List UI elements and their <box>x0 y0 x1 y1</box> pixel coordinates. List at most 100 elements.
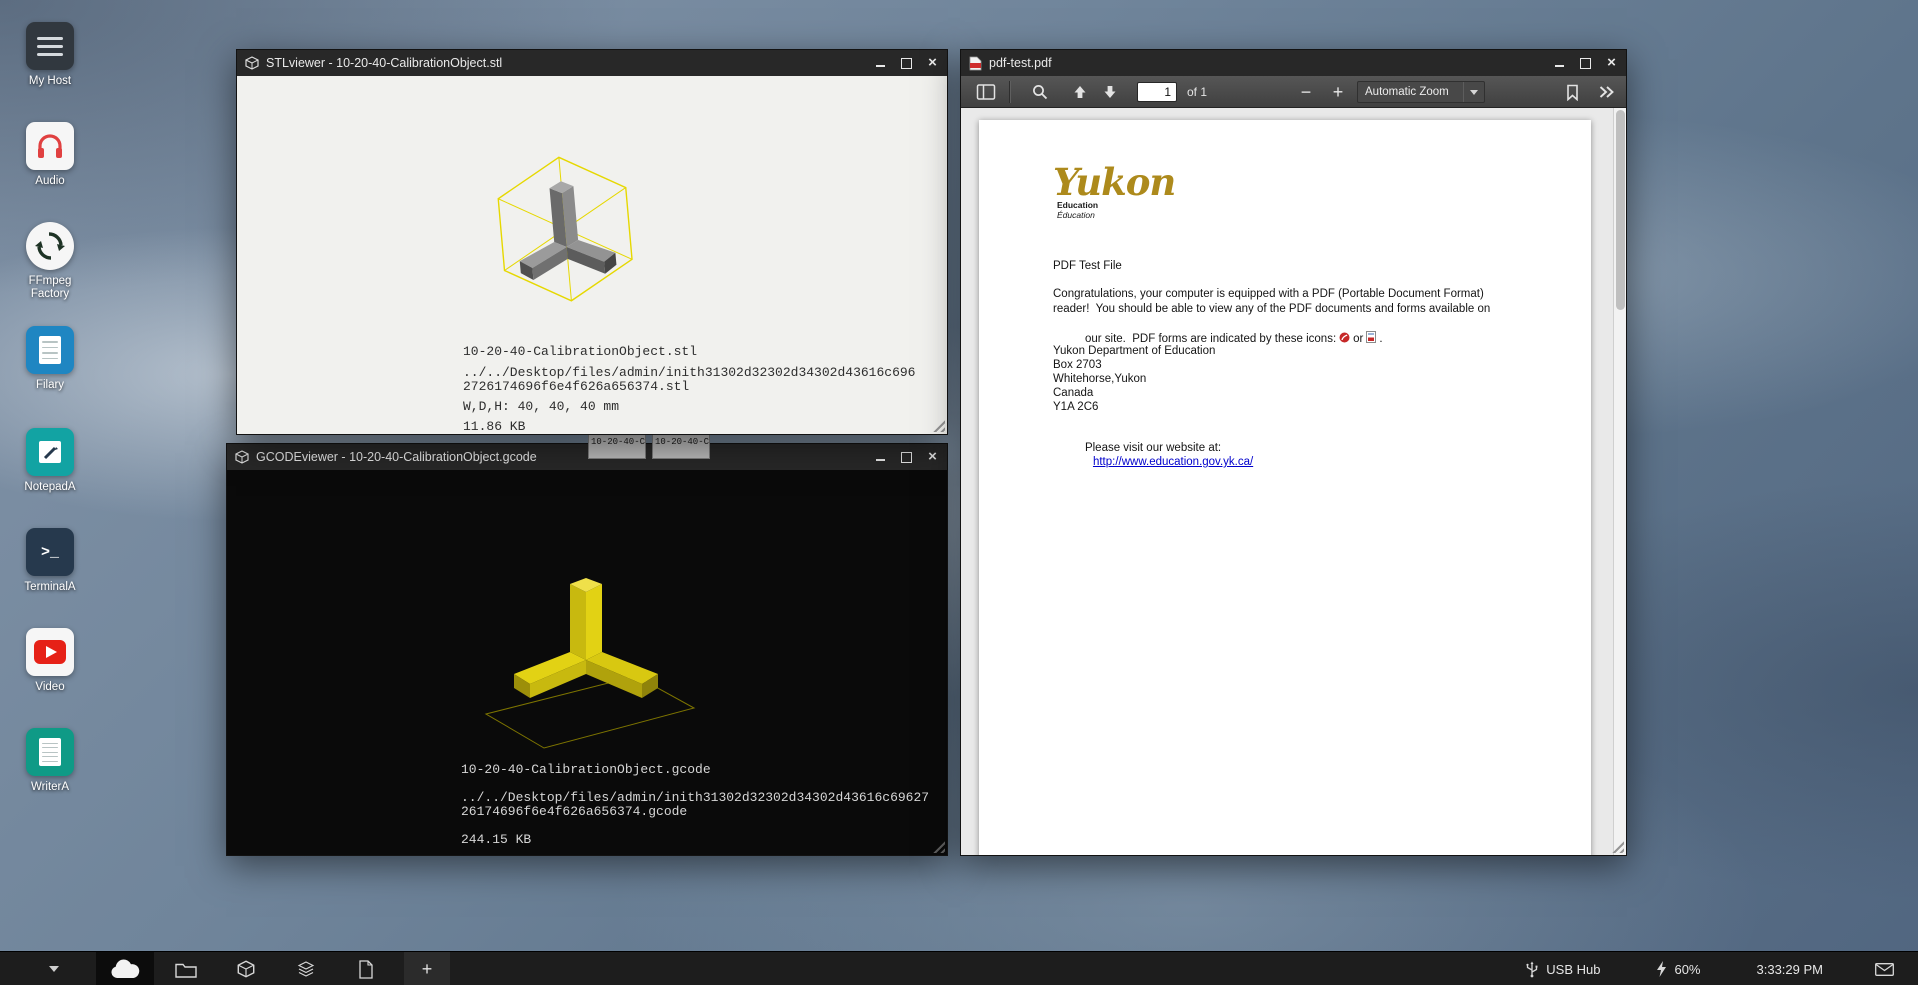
maximize-button[interactable] <box>900 56 913 70</box>
desktop: My Host Audio FFmpeg Factory Filary Note… <box>0 0 1918 985</box>
scrollbar-track[interactable] <box>1613 108 1626 855</box>
mail-indicator[interactable] <box>1875 963 1894 976</box>
writer-document-icon <box>26 728 74 776</box>
desktop-icon-terminala[interactable]: >_ TerminalA <box>10 528 90 594</box>
window-title: GCODEviewer - 10-20-40-CalibrationObject… <box>256 450 537 464</box>
cube-icon <box>237 960 255 978</box>
yukon-logo: Yukon Education Éducation <box>1053 164 1175 220</box>
zoom-select-value: Automatic Zoom <box>1365 86 1449 98</box>
taskbar-expand-button[interactable] <box>42 952 66 985</box>
pdf-viewport[interactable]: Yukon Education Éducation PDF Test File … <box>961 108 1626 855</box>
terminal-icon: >_ <box>26 528 74 576</box>
minus-icon: − <box>1301 82 1312 103</box>
close-button[interactable]: × <box>926 56 939 70</box>
clock[interactable]: 3:33:29 PM <box>1757 962 1824 977</box>
battery-percent: 60% <box>1674 962 1700 977</box>
previous-page-button[interactable] <box>1067 80 1093 104</box>
gcodeviewer-window: GCODEviewer - 10-20-40-CalibrationObject… <box>226 443 948 856</box>
background-window-fragment[interactable]: 10-20-40-Ca... <box>652 431 710 459</box>
scrollbar-thumb[interactable] <box>1616 110 1625 310</box>
address-line: Yukon Department of Education <box>1053 344 1215 358</box>
taskbar-cloud-button[interactable] <box>96 952 154 985</box>
pdf-titlebar[interactable]: pdf-test.pdf × <box>961 50 1626 76</box>
close-button[interactable]: × <box>1605 56 1618 70</box>
website-label: Please visit our website at: <box>1085 442 1221 454</box>
taskbar-files-button[interactable] <box>168 952 204 985</box>
plus-icon: + <box>422 959 433 980</box>
taskbar-stlviewer-button[interactable] <box>228 952 264 985</box>
desktop-icon-video[interactable]: Video <box>10 628 90 694</box>
gcode-path-line1: ../../Desktop/files/admin/inith31302d323… <box>461 790 929 805</box>
play-video-icon <box>26 628 74 676</box>
resize-grip[interactable] <box>930 417 945 432</box>
background-window-fragment[interactable]: 10-20-40-Ca... <box>588 431 646 459</box>
toolbar-overflow-button[interactable] <box>1593 80 1619 104</box>
layers-icon <box>297 960 315 978</box>
gcode-3d-canvas[interactable]: 10-20-40-CalibrationObject.gcode ../../D… <box>227 470 947 855</box>
desktop-icon-label: Video <box>35 681 64 694</box>
zoom-in-button[interactable]: + <box>1325 80 1351 104</box>
desktop-icon-notepada[interactable]: NotepadA <box>10 428 90 494</box>
gcode-path-line2: 26174696f6e4f626a656374.gcode <box>461 804 687 819</box>
close-button[interactable]: × <box>926 450 939 464</box>
fragment-label: 10-20-40-Ca... <box>591 437 646 447</box>
sidebar-toggle-button[interactable] <box>973 80 999 104</box>
website-link[interactable]: http://www.education.gov.yk.ca/ <box>1093 456 1253 468</box>
battery-indicator[interactable]: 60% <box>1656 961 1700 977</box>
document-icon <box>358 960 374 979</box>
find-button[interactable] <box>1027 80 1053 104</box>
desktop-icon-my-host[interactable]: My Host <box>10 22 90 88</box>
acrobat-pdf-icon <box>1339 332 1350 348</box>
stlviewer-titlebar[interactable]: STLviewer - 10-20-40-CalibrationObject.s… <box>237 50 947 76</box>
pdf-viewer-window: pdf-test.pdf × of 1 − + <box>960 49 1627 856</box>
zoom-select[interactable]: Automatic Zoom <box>1357 81 1485 103</box>
desktop-icon-label: FFmpeg Factory <box>10 275 90 301</box>
charging-bolt-icon <box>1656 961 1667 977</box>
pdf-form-icon <box>1366 331 1376 348</box>
minimize-button[interactable] <box>874 56 887 70</box>
pdf-toolbar: of 1 − + Automatic Zoom <box>961 76 1626 108</box>
minimize-button[interactable] <box>1553 56 1566 70</box>
zoom-out-button[interactable]: − <box>1293 80 1319 104</box>
chevron-down-icon <box>1463 82 1484 102</box>
doc-heading: PDF Test File <box>1053 259 1122 274</box>
envelope-icon <box>1875 963 1894 976</box>
page-number-input[interactable] <box>1137 82 1177 102</box>
desktop-icon-ffmpeg-factory[interactable]: FFmpeg Factory <box>10 222 90 301</box>
usb-hub-indicator[interactable]: USB Hub <box>1525 961 1600 978</box>
resize-grip[interactable] <box>930 838 945 853</box>
desktop-icon-audio[interactable]: Audio <box>10 122 90 188</box>
doc-paragraph-line3-text: our site. PDF forms are indicated by the… <box>1085 333 1336 345</box>
stl-path-line1: ../../Desktop/files/admin/inith31302d323… <box>463 365 915 380</box>
taskbar-pdf-button[interactable] <box>348 952 384 985</box>
pdf-page: Yukon Education Éducation PDF Test File … <box>979 120 1591 855</box>
stl-filename: 10-20-40-CalibrationObject.stl <box>463 344 697 359</box>
taskbar: + USB Hub 60% 3:33:29 PM <box>0 951 1918 985</box>
taskbar-gcodeviewer-button[interactable] <box>288 952 324 985</box>
headphones-icon <box>26 122 74 170</box>
desktop-icon-label: WriterA <box>31 781 69 794</box>
bookmark-button[interactable] <box>1559 80 1585 104</box>
file-manager-icon <box>26 326 74 374</box>
double-chevron-right-icon <box>1598 84 1615 100</box>
sidebar-toggle-icon <box>976 83 996 101</box>
minimize-button[interactable] <box>874 450 887 464</box>
maximize-button[interactable] <box>900 450 913 464</box>
doc-or-text: or <box>1353 333 1363 345</box>
website-line: Please visit our website at: http://www.… <box>1053 426 1253 484</box>
yukon-logo-wordmark: Yukon <box>1053 164 1175 200</box>
desktop-icon-label: TerminalA <box>24 581 75 594</box>
next-page-button[interactable] <box>1097 80 1123 104</box>
desktop-icon-filary[interactable]: Filary <box>10 326 90 392</box>
desktop-icon-writera[interactable]: WriterA <box>10 728 90 794</box>
clock-text: 3:33:29 PM <box>1757 962 1824 977</box>
taskbar-add-button[interactable]: + <box>404 952 450 985</box>
logo-education-fr: Éducation <box>1057 210 1175 220</box>
stlviewer-window: STLviewer - 10-20-40-CalibrationObject.s… <box>236 49 948 435</box>
gcodeviewer-titlebar[interactable]: GCODEviewer - 10-20-40-CalibrationObject… <box>227 444 947 470</box>
maximize-button[interactable] <box>1579 56 1592 70</box>
search-icon <box>1031 83 1049 101</box>
window-title: STLviewer - 10-20-40-CalibrationObject.s… <box>266 56 502 70</box>
bookmark-icon <box>1565 84 1580 101</box>
stl-3d-canvas[interactable]: 10-20-40-CalibrationObject.stl ../../Des… <box>237 76 947 434</box>
